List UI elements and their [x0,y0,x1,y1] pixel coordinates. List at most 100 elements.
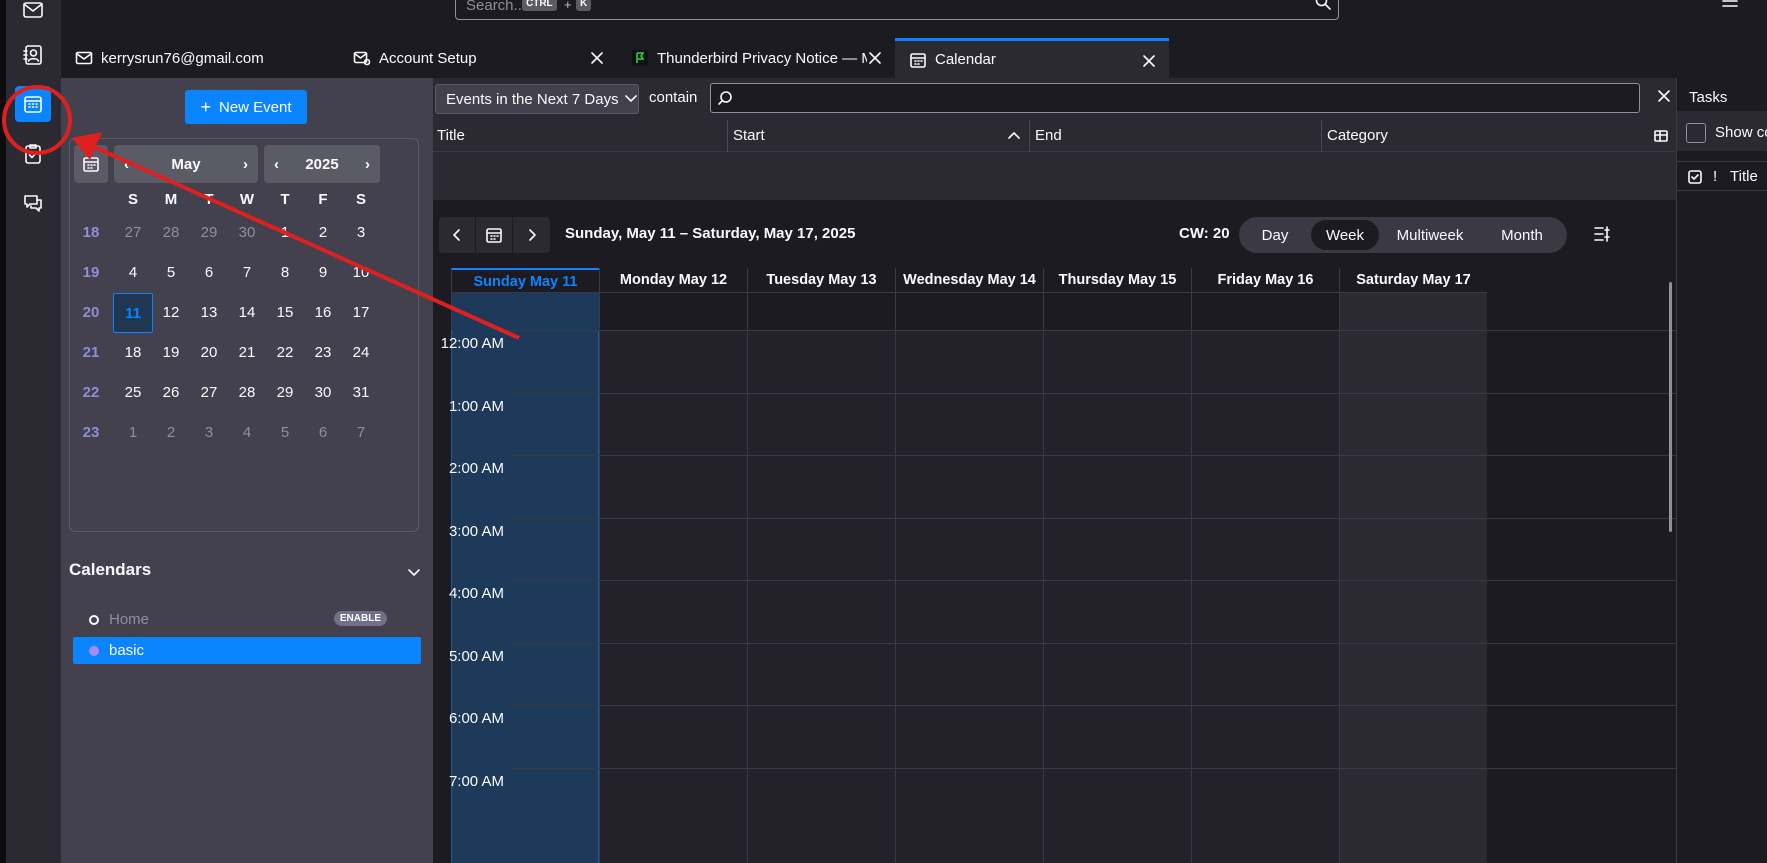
day-column[interactable] [895,330,1043,863]
minimonth-day[interactable]: 31 [341,373,381,413]
year-label[interactable]: 2025 [305,156,338,173]
minimonth-day[interactable]: 30 [303,373,343,413]
all-day-cell[interactable] [895,292,1043,330]
minimonth-day[interactable]: 15 [265,293,305,333]
day-header[interactable]: Saturday May 17 [1339,268,1487,292]
day-column[interactable] [1043,330,1191,863]
day-header[interactable]: Friday May 16 [1191,268,1339,292]
all-day-cell[interactable] [747,292,895,330]
all-day-cell[interactable] [1043,292,1191,330]
minimonth-day[interactable]: 3 [341,213,381,253]
day-column[interactable] [1191,330,1339,863]
minimonth-day[interactable]: 23 [303,333,343,373]
minimonth-day[interactable]: 4 [113,253,153,293]
view-week-button[interactable]: Week [1311,220,1379,250]
day-header[interactable]: Thursday May 15 [1043,268,1191,292]
minimonth-day[interactable]: 13 [189,293,229,333]
minimonth-day[interactable]: 8 [265,253,305,293]
priority-column[interactable]: ! [1713,168,1717,185]
tab-privacy-notice[interactable]: Thunderbird Privacy Notice — Mozi [617,38,895,78]
minimonth-day[interactable]: 14 [227,293,267,333]
minimonth-day[interactable]: 28 [151,213,191,253]
new-event-button[interactable]: + New Event [185,90,307,124]
minimonth-day[interactable]: 7 [227,253,267,293]
next-month-button[interactable]: › [243,156,248,173]
day-column[interactable] [747,330,895,863]
column-title[interactable]: Title [437,127,465,144]
calendar-space-button[interactable] [15,86,51,122]
all-day-cell[interactable] [451,292,599,330]
today-button[interactable] [476,217,513,253]
show-completed-checkbox[interactable] [1686,123,1706,143]
minimonth-day[interactable]: 10 [341,253,381,293]
event-filter-select[interactable]: Events in the Next 7 Days [435,84,639,114]
vertical-scrollbar[interactable] [1669,282,1672,532]
day-header[interactable]: Sunday May 11 [451,268,599,292]
minimonth-day[interactable]: 5 [265,413,305,453]
minimonth-day[interactable]: 4 [227,413,267,453]
minimonth-day[interactable]: 27 [189,373,229,413]
chat-space-button[interactable] [15,185,51,221]
view-options-icon[interactable] [1593,225,1611,243]
month-label[interactable]: May [171,156,200,173]
minimonth-day[interactable]: 3 [189,413,229,453]
next-week-button[interactable] [513,217,550,253]
column-end[interactable]: End [1035,127,1062,144]
checkbox-column-icon[interactable] [1687,169,1703,185]
address-book-space-button[interactable] [15,37,51,73]
tab-close-button[interactable] [1139,51,1159,71]
minimonth-day[interactable]: 16 [303,293,343,333]
chevron-down-icon[interactable] [407,568,421,578]
event-search-input[interactable] [710,83,1640,113]
view-day-button[interactable]: Day [1243,220,1307,250]
minimonth-day[interactable]: 20 [189,333,229,373]
minimonth-day[interactable]: 21 [227,333,267,373]
minimonth-day[interactable]: 1 [265,213,305,253]
all-day-cell[interactable] [599,292,747,330]
minimonth-day[interactable]: 17 [341,293,381,333]
prev-month-button[interactable]: ‹ [124,156,129,173]
minimonth-day[interactable]: 6 [189,253,229,293]
minimonth-day[interactable]: 1 [113,413,153,453]
calendar-item-basic[interactable]: basic [73,637,421,664]
today-button[interactable] [74,145,108,183]
prev-year-button[interactable]: ‹ [274,156,279,173]
minimonth-day[interactable]: 6 [303,413,343,453]
tab-mail[interactable]: kerrysrun76@gmail.com [61,38,331,78]
minimonth-day[interactable]: 7 [341,413,381,453]
tasks-space-button[interactable] [15,136,51,172]
minimonth-day[interactable]: 2 [303,213,343,253]
minimonth-day[interactable]: 30 [227,213,267,253]
tab-calendar[interactable]: Calendar [895,38,1169,78]
tab-account-setup[interactable]: Account Setup [339,38,617,78]
all-day-cell[interactable] [1339,292,1487,330]
day-header[interactable]: Wednesday May 14 [895,268,1043,292]
mail-space-button[interactable] [15,0,51,28]
minimonth-day[interactable]: 24 [341,333,381,373]
minimonth-day[interactable]: 11 [113,293,153,333]
column-picker-icon[interactable] [1653,128,1669,144]
close-icon[interactable] [1656,88,1672,104]
column-category[interactable]: Category [1327,127,1388,144]
view-multiweek-button[interactable]: Multiweek [1385,220,1475,250]
calendar-item-home[interactable]: Home ENABLE [73,606,421,633]
minimonth-day[interactable]: 25 [113,373,153,413]
global-search-input[interactable]: Search... CTRL + K [455,0,1339,20]
tab-close-button[interactable] [865,48,885,68]
day-header[interactable]: Monday May 12 [599,268,747,292]
enable-badge[interactable]: ENABLE [333,611,387,626]
minimonth-day[interactable]: 2 [151,413,191,453]
all-day-cell[interactable] [1191,292,1339,330]
minimonth-day[interactable]: 18 [113,333,153,373]
app-menu-icon[interactable] [1721,0,1739,12]
minimonth-day[interactable]: 22 [265,333,305,373]
minimonth-day[interactable]: 28 [227,373,267,413]
day-column[interactable] [1339,330,1487,863]
minimonth-day[interactable]: 9 [303,253,343,293]
minimonth-day[interactable]: 5 [151,253,191,293]
view-month-button[interactable]: Month [1483,220,1561,250]
minimonth-day[interactable]: 19 [151,333,191,373]
next-year-button[interactable]: › [365,156,370,173]
minimonth-day[interactable]: 29 [265,373,305,413]
tab-close-button[interactable] [587,48,607,68]
